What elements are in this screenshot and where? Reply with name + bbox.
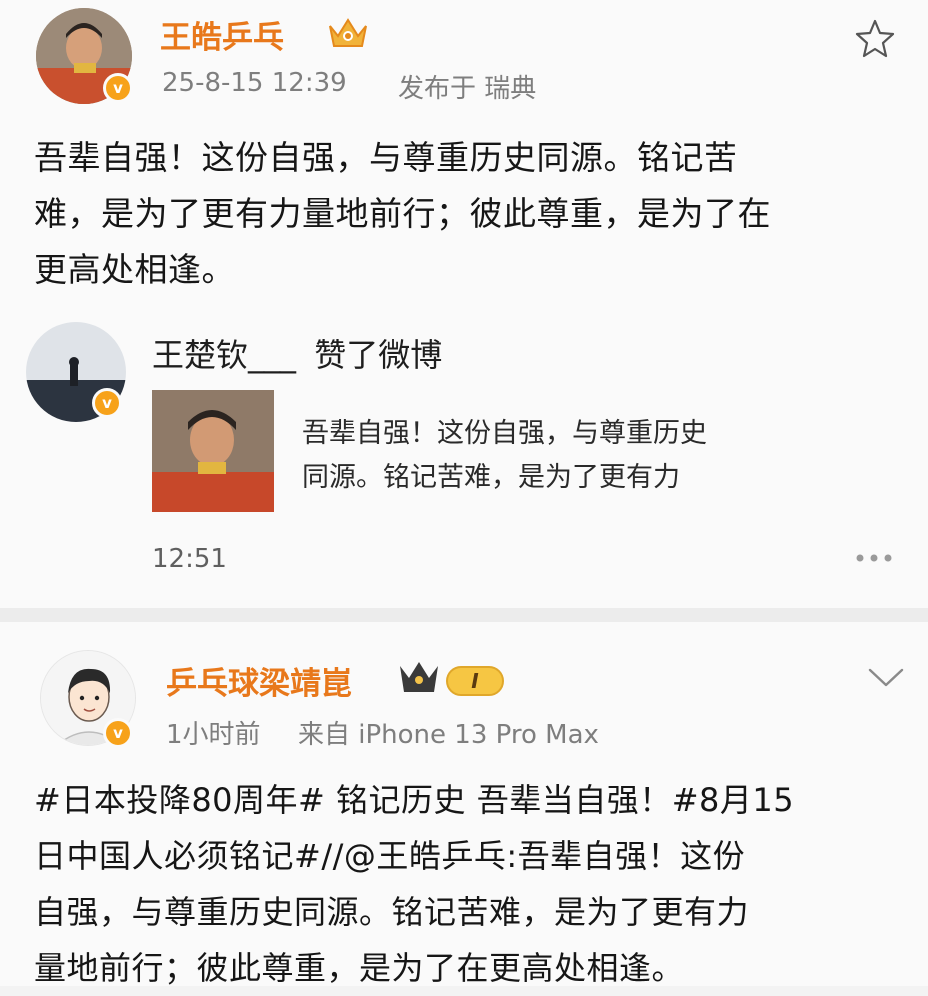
post-line: 吾辈自强！这份自强，与尊重历史同源。铭记苦 [34,138,738,177]
like-text: 王楚钦___ 赞了微博 [152,330,442,376]
post-card-wanghao: v 王皓乒乓 25-8-15 12:39 发布于 瑞典 吾辈自强！这份自强，与尊… [0,0,928,608]
post-location: 发布于 瑞典 [398,74,537,104]
level-label: I [471,669,479,693]
more-icon[interactable] [850,548,898,572]
level-badge: I [446,666,504,696]
verified-v-icon: v [92,388,122,418]
liked-post-preview[interactable]: 吾辈自强！这份自强，与尊重历史 同源。铭记苦难，是为了更有力 [152,390,792,514]
divider [0,608,928,622]
preview-line: 吾辈自强！这份自强，与尊重历史 [302,418,707,449]
post-time: 25-8-15 12:39 [162,68,347,98]
post-line: #日本投降80周年# 铭记历史 吾辈当自强！#8月15 [34,781,795,819]
chevron-down-icon[interactable] [866,666,906,694]
post-line: 量地前行；彼此尊重，是为了在更高处相逢。 [34,949,685,987]
post-body: 吾辈自强！这份自强，与尊重历史同源。铭记苦 难，是为了更有力量地前行；彼此尊重，… [34,130,904,298]
post-body: #日本投降80周年# 铭记历史 吾辈当自强！#8月15 日中国人必须铭记#//@… [34,772,914,996]
post-card-liangjingkun: v 乒乓球梁靖崑 I 1小时前 来自 iPhone 13 Pro Max #日本… [0,622,928,987]
liker-name[interactable]: 王楚钦___ [152,336,296,374]
preview-thumbnail [152,390,274,512]
crown-icon [396,656,442,702]
verified-v-icon: v [103,718,133,748]
like-time: 12:51 [152,544,227,574]
like-action: 赞了微博 [314,336,443,374]
star-icon[interactable] [854,18,896,64]
verified-v-icon: v [103,73,133,103]
author-name[interactable]: 乒乓球梁靖崑 [166,658,352,703]
post-line: 自强，与尊重历史同源。铭记苦难，是为了更有力 [34,893,750,931]
preview-text: 吾辈自强！这份自强，与尊重历史 同源。铭记苦难，是为了更有力 [302,412,707,500]
author-name[interactable]: 王皓乒乓 [160,12,284,57]
post-line: 更高处相逢。 [34,250,235,289]
post-line: 难，是为了更有力量地前行；彼此尊重，是为了在 [34,194,771,233]
crown-badge-icon [326,12,370,56]
post-source: 来自 iPhone 13 Pro Max [298,720,599,750]
post-time: 1小时前 [166,720,261,750]
preview-line: 同源。铭记苦难，是为了更有力 [302,462,680,493]
post-line: 日中国人必须铭记#//@王皓乒乓:吾辈自强！这份 [34,837,746,875]
